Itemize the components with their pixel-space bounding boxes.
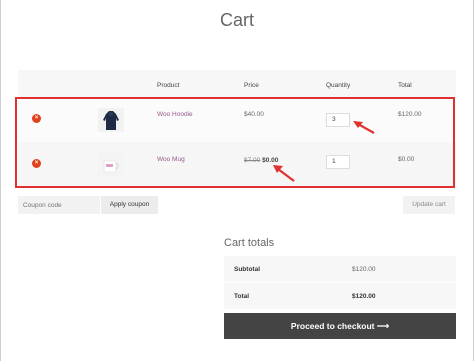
- subtotal-label: Subtotal: [234, 266, 260, 273]
- cart-table: Product Price Quantity Total × Woo Hoodi…: [18, 70, 456, 188]
- subtotal-value: $120.00: [352, 266, 376, 273]
- subtotal-row: Subtotal $120.00: [224, 256, 456, 283]
- page-title: Cart: [219, 10, 254, 30]
- proceed-to-checkout-button[interactable]: Proceed to checkout ⟶: [224, 313, 456, 339]
- header-total: Total: [398, 82, 412, 89]
- arrow-right-icon: ⟶: [376, 321, 390, 331]
- checkout-label: Proceed to checkout: [290, 321, 375, 331]
- total-value: $120.00: [352, 293, 376, 300]
- header-quantity: Quantity: [326, 82, 351, 89]
- cart-totals-title: Cart totals: [224, 237, 275, 249]
- apply-coupon-button[interactable]: Apply coupon: [101, 196, 158, 214]
- arrow-icon: [273, 165, 295, 182]
- arrow-icon: [353, 121, 375, 134]
- total-label: Total: [234, 293, 250, 300]
- highlight-box: [15, 97, 455, 188]
- header-price: Price: [244, 82, 259, 89]
- table-header: Product Price Quantity Total: [18, 70, 456, 98]
- coupon-input[interactable]: [18, 196, 100, 214]
- update-cart-button[interactable]: Update cart: [403, 196, 455, 214]
- total-row: Total $120.00: [224, 283, 456, 310]
- header-product: Product: [157, 82, 180, 89]
- totals-table: Subtotal $120.00 Total $120.00: [224, 256, 456, 310]
